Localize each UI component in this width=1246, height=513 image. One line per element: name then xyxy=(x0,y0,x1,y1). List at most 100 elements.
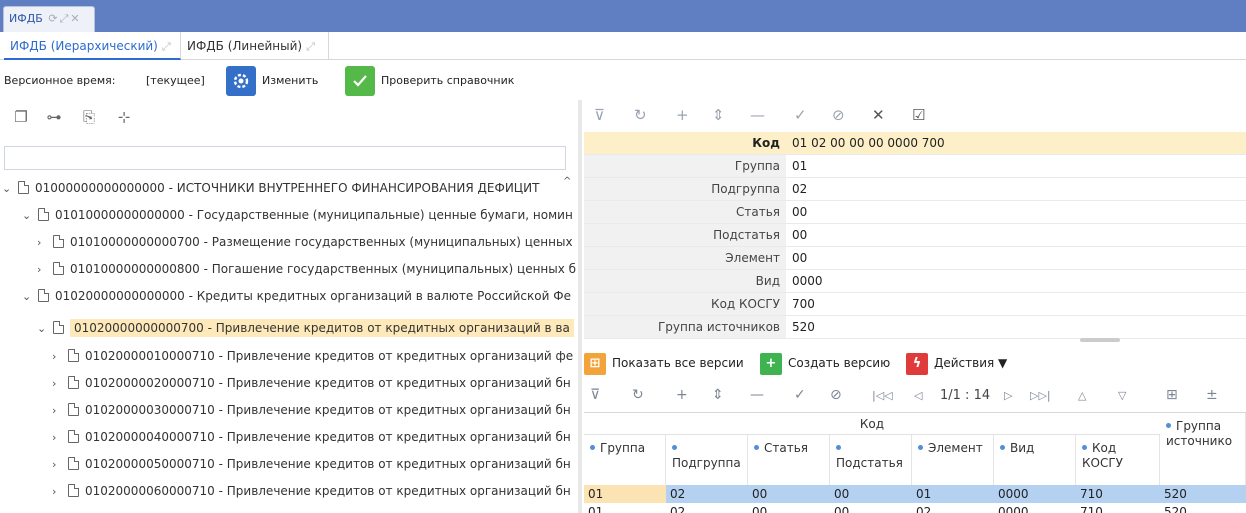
tree-node[interactable]: › 01020000050000710 - Привлечение кредито… xyxy=(52,451,571,477)
add-icon[interactable]: + xyxy=(676,106,689,124)
field-value[interactable]: 00 xyxy=(792,247,807,269)
copy-icon[interactable]: ❐ xyxy=(12,108,30,126)
tree-expand-icon[interactable]: ⊹ xyxy=(115,108,133,126)
tree-node-selected[interactable]: ⌄ 01020000000000700 - Привлечение кредито… xyxy=(37,315,574,341)
sort-desc-icon[interactable]: ▽ xyxy=(1118,389,1126,402)
table-cell[interactable]: 710 xyxy=(1076,503,1160,513)
chevron-right-icon[interactable]: › xyxy=(37,230,49,256)
first-page-icon[interactable]: |◁◁ xyxy=(872,389,893,402)
chevron-right-icon[interactable]: › xyxy=(52,344,64,370)
table-cell[interactable]: 00 xyxy=(748,503,830,513)
column-header[interactable]: Подгруппа xyxy=(666,435,748,485)
table-cell[interactable]: 02 xyxy=(666,485,748,503)
field-value[interactable]: 00 xyxy=(792,224,807,246)
cancel-icon[interactable]: ⊘ xyxy=(830,387,842,403)
tree-node[interactable]: ⌄ 01010000000000000 - Государственные (му… xyxy=(22,202,573,228)
table-row[interactable]: 01 02 00 00 02 0000 710 520 xyxy=(584,503,1246,513)
chevron-right-icon[interactable]: › xyxy=(37,257,49,283)
minus-icon[interactable]: — xyxy=(750,387,764,403)
chevron-down-icon[interactable]: ⌄ xyxy=(22,284,34,310)
tree-node[interactable]: ⌄ 01020000000000000 - Кредиты кредитных о… xyxy=(22,283,571,309)
sort-asc-icon[interactable]: △ xyxy=(1078,389,1086,402)
chevron-right-icon[interactable]: › xyxy=(52,398,64,424)
tree-node[interactable]: › 01020000020000710 - Привлечение кредито… xyxy=(52,370,571,396)
table-cell[interactable]: 0000 xyxy=(994,503,1076,513)
refresh-icon[interactable]: ↻ xyxy=(632,387,644,403)
panel-resize-handle[interactable] xyxy=(1080,338,1120,342)
change-button[interactable]: Изменить xyxy=(262,74,318,87)
move-icon[interactable]: ⇕ xyxy=(712,106,725,124)
filter-icon[interactable]: ⊽ xyxy=(594,106,605,124)
expand-icon[interactable]: ⤢ xyxy=(162,40,171,53)
tree-node[interactable]: › 01020000030000710 - Привлечение кредито… xyxy=(52,397,571,423)
next-page-icon[interactable]: ▷ xyxy=(1004,389,1012,402)
chevron-down-icon[interactable]: ⌄ xyxy=(37,316,49,342)
chevron-right-icon[interactable]: › xyxy=(52,479,64,505)
refresh-icon[interactable]: ↻ xyxy=(634,106,647,124)
chevron-right-icon[interactable]: › xyxy=(52,452,64,478)
field-value[interactable]: 02 xyxy=(792,178,807,200)
field-value[interactable]: 01 xyxy=(792,155,807,177)
tree-collapse-icon[interactable]: ⊶ xyxy=(45,108,63,126)
last-page-icon[interactable]: ▷▷| xyxy=(1030,389,1051,402)
show-all-versions-button[interactable]: ⊞ Показать все версии xyxy=(584,350,744,376)
chevron-down-icon[interactable]: ⌄ xyxy=(22,203,34,229)
chevron-right-icon[interactable]: › xyxy=(52,371,64,397)
table-cell[interactable]: 01 xyxy=(584,503,666,513)
chevron-right-icon[interactable]: › xyxy=(52,425,64,451)
column-header[interactable]: Код КОСГУ xyxy=(1076,435,1160,485)
minus-icon[interactable]: — xyxy=(750,106,765,124)
paste-icon[interactable]: ⎘ xyxy=(80,108,98,126)
table-cell[interactable]: 0000 xyxy=(994,485,1076,503)
tab-linear[interactable]: ИФДБ (Линейный) ⤢ xyxy=(181,32,329,60)
confirm-icon[interactable]: ✓ xyxy=(794,106,807,124)
prev-page-icon[interactable]: ◁ xyxy=(914,389,922,402)
group-icon[interactable]: ± xyxy=(1206,387,1218,403)
tree-node[interactable]: › 01010000000000800 - Погашение государст… xyxy=(37,256,576,282)
tree-node[interactable]: › 01020000010000710 - Привлечение кредито… xyxy=(52,343,573,369)
close-icon[interactable]: ✕ xyxy=(70,12,79,25)
version-time-value[interactable]: [текущее] xyxy=(146,74,205,87)
refresh-icon[interactable]: ⟳ xyxy=(48,12,57,25)
column-header[interactable]: Группа xyxy=(584,435,666,485)
check-directory-button[interactable]: Проверить справочник xyxy=(381,74,514,87)
close-icon[interactable]: ✕ xyxy=(872,106,885,124)
expand-icon[interactable]: ⤢ xyxy=(306,40,315,53)
tree-node[interactable]: ⌄ 01000000000000000 - ИСТОЧНИКИ ВНУТРЕННЕ… xyxy=(2,175,539,201)
table-cell[interactable]: 02 xyxy=(912,503,994,513)
field-value[interactable]: 520 xyxy=(792,316,815,338)
column-header[interactable]: Вид xyxy=(994,435,1076,485)
table-cell[interactable]: 520 xyxy=(1160,503,1246,513)
table-cell[interactable]: 00 xyxy=(748,485,830,503)
cancel-icon[interactable]: ⊘ xyxy=(832,106,845,124)
checkbox-icon[interactable]: ☑ xyxy=(912,106,925,124)
expand-icon[interactable]: ⤢ xyxy=(60,12,69,25)
column-header[interactable]: Элемент xyxy=(912,435,994,485)
column-header[interactable]: Группа источнико xyxy=(1160,413,1246,485)
field-value[interactable]: 01 02 00 00 00 0000 700 xyxy=(792,132,945,154)
table-cell[interactable]: 01 xyxy=(912,485,994,503)
column-header[interactable]: Подстатья xyxy=(830,435,912,485)
tree-filter-input[interactable] xyxy=(4,146,566,170)
table-row[interactable]: 01 02 00 00 01 0000 710 520 xyxy=(584,485,1246,503)
check-icon[interactable] xyxy=(345,66,375,96)
field-value[interactable]: 0000 xyxy=(792,270,823,292)
table-cell[interactable]: 02 xyxy=(666,503,748,513)
app-tab-ifdb[interactable]: ИФДБ ⟳ ⤢ ✕ xyxy=(3,6,95,32)
confirm-icon[interactable]: ✓ xyxy=(794,387,806,403)
panel-splitter[interactable] xyxy=(578,100,582,513)
tree-node[interactable]: › 01010000000000700 - Размещение государс… xyxy=(37,229,573,255)
table-cell[interactable]: 01 xyxy=(584,485,666,503)
tab-hierarchical[interactable]: ИФДБ (Иерархический) ⤢ xyxy=(4,32,181,60)
add-icon[interactable]: + xyxy=(676,387,688,403)
field-value[interactable]: 700 xyxy=(792,293,815,315)
field-value[interactable]: 00 xyxy=(792,201,807,223)
table-cell[interactable]: 00 xyxy=(830,485,912,503)
columns-icon[interactable]: ⊞ xyxy=(1166,387,1178,403)
move-icon[interactable]: ⇕ xyxy=(712,387,724,403)
tree-node[interactable]: › 01020000040000710 - Привлечение кредито… xyxy=(52,424,571,450)
chevron-down-icon[interactable]: ⌄ xyxy=(2,176,14,202)
table-cell[interactable]: 710 xyxy=(1076,485,1160,503)
actions-dropdown[interactable]: ϟ Действия ▼ xyxy=(906,350,1007,376)
filter-icon[interactable]: ⊽ xyxy=(590,387,600,403)
